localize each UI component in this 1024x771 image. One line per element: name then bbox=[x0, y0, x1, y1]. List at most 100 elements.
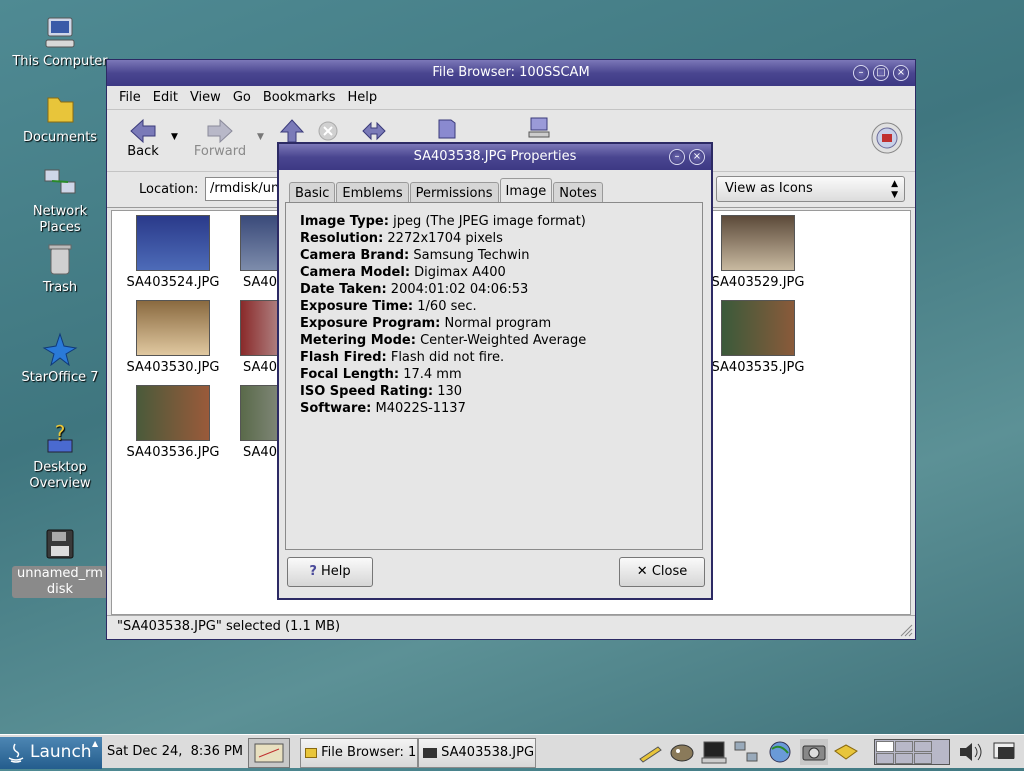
workspace-switcher[interactable] bbox=[874, 739, 950, 765]
network-tray-icon[interactable] bbox=[732, 739, 760, 765]
thumbnail-label: SA40 bbox=[243, 275, 277, 290]
thumbnail-image bbox=[240, 215, 280, 271]
camera-icon[interactable] bbox=[800, 739, 828, 765]
dialog-titlebar[interactable]: SA403538.JPG Properties – × bbox=[279, 144, 711, 170]
property-row: ISO Speed Rating: 130 bbox=[300, 383, 462, 400]
menu-edit[interactable]: Edit bbox=[147, 86, 184, 110]
thumbnail-image bbox=[240, 385, 280, 441]
help-button-label: Help bbox=[321, 564, 351, 579]
property-value: 2272x1704 pixels bbox=[387, 231, 503, 246]
reload-icon[interactable] bbox=[361, 120, 387, 142]
back-button[interactable]: Back bbox=[121, 118, 165, 159]
thumbnail[interactable]: SA403529.JPG bbox=[708, 215, 808, 290]
view-mode-value: View as Icons bbox=[725, 181, 813, 196]
thumbnail[interactable]: SA40 bbox=[240, 385, 280, 460]
text-editor-icon[interactable] bbox=[636, 739, 664, 765]
status-text: "SA403538.JPG" selected (1.1 MB) bbox=[117, 619, 341, 634]
home-folder-icon[interactable] bbox=[435, 116, 459, 140]
tab-image[interactable]: Image bbox=[499, 178, 553, 204]
property-value: Flash did not fire. bbox=[390, 350, 505, 365]
tab-permissions[interactable]: Permissions bbox=[409, 182, 499, 204]
thumbnail[interactable]: SA403535.JPG bbox=[708, 300, 808, 375]
desktop-icon-staroffice[interactable]: StarOffice 7 bbox=[12, 332, 108, 386]
minimize-button[interactable]: – bbox=[669, 149, 685, 165]
workspace-6[interactable] bbox=[914, 753, 932, 764]
show-desktop-button[interactable] bbox=[248, 738, 290, 768]
task-properties[interactable]: SA403538.JPG bbox=[418, 738, 536, 768]
thumbnail[interactable]: SA40 bbox=[240, 300, 280, 375]
desktop-icon-desktop-overview[interactable]: ? Desktop Overview bbox=[12, 422, 108, 492]
workspace-3[interactable] bbox=[914, 741, 932, 752]
forward-history-dropdown[interactable]: ▼ bbox=[257, 132, 264, 142]
desktop-icon-network-places[interactable]: Network Places bbox=[12, 166, 108, 236]
tab-notes[interactable]: Notes bbox=[553, 182, 603, 204]
volume-icon[interactable] bbox=[956, 739, 984, 765]
thumbnail-image bbox=[240, 300, 280, 356]
gimp-icon[interactable] bbox=[668, 739, 696, 765]
thumbnail-label: SA40 bbox=[243, 445, 277, 460]
minimize-button[interactable]: – bbox=[853, 65, 869, 81]
desktop-icon-label: Network Places bbox=[32, 204, 88, 235]
menu-bookmarks[interactable]: Bookmarks bbox=[257, 86, 342, 110]
workspace-5[interactable] bbox=[895, 753, 913, 764]
web-browser-icon[interactable] bbox=[766, 739, 794, 765]
view-mode-select[interactable]: View as Icons ▲ ▼ bbox=[716, 176, 905, 202]
property-value: 2004:01:02 04:06:53 bbox=[390, 282, 529, 297]
desktop-icon-documents[interactable]: Documents bbox=[12, 92, 108, 146]
thumbnail-label: SA40 bbox=[243, 360, 277, 375]
property-key: Exposure Time: bbox=[300, 299, 414, 314]
property-key: Flash Fired: bbox=[300, 350, 387, 365]
menu-view[interactable]: View bbox=[184, 86, 227, 110]
thumbnail[interactable]: SA403536.JPG bbox=[123, 385, 223, 460]
tab-basic[interactable]: Basic bbox=[289, 182, 336, 204]
network-icon bbox=[44, 169, 76, 194]
desktop-icon-this-computer[interactable]: This Computer bbox=[12, 16, 108, 70]
resize-grip-icon[interactable] bbox=[897, 621, 913, 637]
menu-go[interactable]: Go bbox=[227, 86, 257, 110]
clock[interactable]: Sat Dec 24, 8:36 PM bbox=[104, 737, 246, 769]
thumbnail[interactable]: SA403524.JPG bbox=[123, 215, 223, 290]
desktop-icon-unnamed-rmdisk[interactable]: unnamed_rmdisk bbox=[12, 528, 108, 598]
close-button[interactable]: ✕ Close bbox=[619, 557, 705, 587]
maximize-button[interactable]: □ bbox=[873, 65, 889, 81]
desktop-icon-trash[interactable]: Trash bbox=[12, 242, 108, 296]
back-history-dropdown[interactable]: ▼ bbox=[171, 132, 178, 142]
thumbnail[interactable]: SA403530.JPG bbox=[123, 300, 223, 375]
workspace-1[interactable] bbox=[876, 741, 894, 752]
thumbnail[interactable]: SA40 bbox=[240, 215, 280, 290]
property-row: Camera Model: Digimax A400 bbox=[300, 264, 506, 281]
tab-strip: Basic Emblems Permissions Image Notes bbox=[289, 178, 604, 204]
launch-button[interactable]: Launch ▲ bbox=[0, 737, 102, 769]
task-file-browser[interactable]: File Browser: 1 bbox=[300, 738, 418, 768]
workspace-2[interactable] bbox=[895, 741, 913, 752]
floppy-icon bbox=[46, 529, 74, 559]
property-value: Center-Weighted Average bbox=[420, 333, 587, 348]
tab-emblems[interactable]: Emblems bbox=[336, 182, 409, 204]
location-input[interactable]: /rmdisk/un bbox=[205, 177, 279, 201]
property-value: Samsung Techwin bbox=[413, 248, 530, 263]
status-bar: "SA403538.JPG" selected (1.1 MB) bbox=[107, 615, 915, 639]
computer-toolbar-icon[interactable] bbox=[527, 116, 551, 140]
thumbnail-image bbox=[136, 385, 210, 441]
terminal-icon[interactable] bbox=[700, 739, 728, 765]
workspace-4[interactable] bbox=[876, 753, 894, 764]
menu-file[interactable]: File bbox=[113, 86, 147, 110]
close-window-button[interactable]: × bbox=[893, 65, 909, 81]
close-icon: ✕ bbox=[636, 564, 648, 579]
up-arrow-icon[interactable] bbox=[279, 118, 305, 144]
image-file-icon bbox=[423, 747, 437, 758]
help-icon: ? bbox=[309, 564, 317, 579]
forward-button[interactable]: Forward bbox=[191, 118, 249, 159]
location-value: /rmdisk/un bbox=[210, 181, 279, 196]
help-icon: ? bbox=[47, 422, 73, 453]
stop-icon[interactable] bbox=[317, 120, 339, 142]
mail-icon[interactable] bbox=[832, 739, 860, 765]
close-window-button[interactable]: × bbox=[689, 149, 705, 165]
menu-help[interactable]: Help bbox=[341, 86, 383, 110]
show-desktop-icon[interactable] bbox=[990, 739, 1018, 765]
desktop-icon-label: Desktop Overview bbox=[29, 460, 91, 491]
file-browser-titlebar[interactable]: File Browser: 100SSCAM – □ × bbox=[107, 60, 915, 86]
help-button[interactable]: ? Help bbox=[287, 557, 373, 587]
property-row: Date Taken: 2004:01:02 04:06:53 bbox=[300, 281, 528, 298]
svg-text:?: ? bbox=[55, 422, 66, 445]
